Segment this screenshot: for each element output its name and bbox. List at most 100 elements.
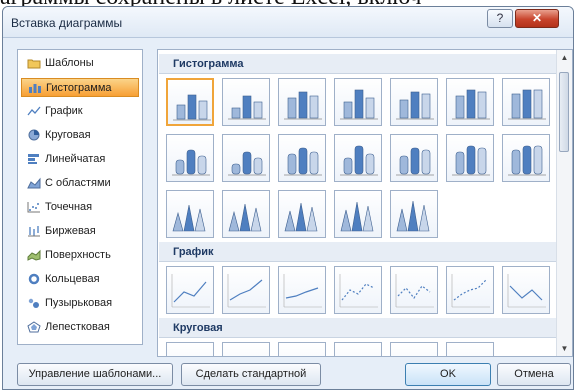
- chart-thumbnail-icon: [395, 274, 434, 308]
- chart-subtype-cone-4[interactable]: [334, 190, 382, 238]
- doughnut-chart-icon: [28, 273, 40, 285]
- chart-subtype-line-5[interactable]: [390, 266, 438, 314]
- chart-subtype-col-1[interactable]: [166, 78, 214, 126]
- chart-subtype-col-6[interactable]: [446, 78, 494, 126]
- sidebar-item-line[interactable]: График: [21, 102, 139, 121]
- chart-subtype-cone-2[interactable]: [222, 190, 270, 238]
- chart-subtype-pie-4[interactable]: [334, 342, 382, 357]
- chart-subtype-pie-3[interactable]: [278, 342, 326, 357]
- chart-subtype-col-4[interactable]: [334, 78, 382, 126]
- chart-subtype-line-3[interactable]: [278, 266, 326, 314]
- line-chart-icon: [27, 106, 41, 116]
- vertical-scrollbar[interactable]: ▲ ▼: [556, 50, 572, 356]
- sidebar-item-templates[interactable]: Шаблоны: [21, 54, 139, 73]
- area-chart-icon: [27, 177, 41, 189]
- chart-subtype-cyl-2[interactable]: [222, 134, 270, 182]
- chart-thumbnail-icon: [227, 274, 266, 308]
- chart-thumbnail-icon: [172, 149, 210, 176]
- sidebar-item-doughnut[interactable]: Кольцевая: [21, 270, 139, 289]
- pie-chart-icon: [28, 129, 40, 141]
- folder-icon: [27, 59, 41, 69]
- chart-subtype-cyl-5[interactable]: [390, 134, 438, 182]
- chart-type-list: Шаблоны Гистограмма График Круговая Лине…: [17, 49, 143, 345]
- section-header-pie: Круговая: [159, 318, 559, 338]
- chart-subtype-cyl-4[interactable]: [334, 134, 382, 182]
- chart-thumbnail-icon: [284, 91, 322, 120]
- chart-subtype-cone-5[interactable]: [390, 190, 438, 238]
- ok-button[interactable]: OK: [405, 363, 491, 386]
- sidebar-item-label: Точечная: [45, 201, 93, 213]
- chart-subtype-pie-1[interactable]: [166, 342, 214, 356]
- chart-thumbnail-icon: [284, 147, 322, 176]
- sidebar-item-radar[interactable]: Лепестковая: [21, 318, 139, 337]
- chart-subtype-line-2[interactable]: [222, 266, 270, 314]
- chart-subtype-cone-1[interactable]: [166, 190, 214, 238]
- chart-subtype-line-1[interactable]: [166, 266, 214, 314]
- cancel-button[interactable]: Отмена: [497, 363, 571, 386]
- close-button[interactable]: ✕: [515, 9, 559, 28]
- sidebar-item-pie[interactable]: Круговая: [21, 126, 139, 145]
- sidebar-item-label: Биржевая: [45, 225, 96, 237]
- chart-thumbnail-icon: [283, 274, 322, 308]
- sidebar-item-label: Пузырьковая: [45, 297, 113, 309]
- chart-subtype-col-5[interactable]: [390, 78, 438, 126]
- sidebar-item-label: Лепестковая: [45, 321, 110, 333]
- section-header-column: Гистограмма: [159, 54, 559, 74]
- chart-thumbnail-icon: [508, 89, 546, 120]
- chart-subtype-line-4[interactable]: [334, 266, 382, 314]
- chart-thumbnail-icon: [173, 94, 211, 121]
- chart-thumbnail-icon: [396, 200, 430, 232]
- manage-templates-button[interactable]: Управление шаблонами...: [17, 363, 173, 386]
- chart-subtype-col-2[interactable]: [222, 78, 270, 126]
- sidebar-item-area[interactable]: С областями: [21, 174, 139, 193]
- chart-thumbnail-icon: [452, 89, 490, 120]
- sidebar-item-bubble[interactable]: Пузырьковая: [21, 294, 139, 313]
- scroll-up-arrow-icon[interactable]: ▲: [557, 50, 572, 65]
- chart-subtype-line-7[interactable]: [502, 266, 550, 314]
- chart-subtype-pie-6[interactable]: [446, 342, 494, 356]
- sidebar-item-label: Гистограмма: [46, 82, 112, 94]
- chart-thumbnail-icon: [282, 346, 324, 357]
- bubble-chart-icon: [28, 298, 39, 308]
- chart-thumbnail-icon: [507, 274, 546, 308]
- stock-chart-icon: [28, 226, 40, 237]
- sidebar-item-surface[interactable]: Поверхность: [21, 246, 139, 265]
- chart-subtype-cyl-3[interactable]: [278, 134, 326, 182]
- insert-chart-dialog: Вставка диаграммы ? ✕ Шаблоны Гистограмм…: [2, 6, 574, 390]
- chart-subtype-pie-2[interactable]: [222, 342, 270, 357]
- chart-thumbnail-icon: [228, 203, 262, 232]
- chart-thumbnail-icon: [340, 89, 378, 120]
- chart-thumbnail-icon: [338, 346, 380, 357]
- chart-subtype-cyl-7[interactable]: [502, 134, 550, 182]
- chart-subtype-line-6[interactable]: [446, 266, 494, 314]
- scroll-down-arrow-icon[interactable]: ▼: [557, 341, 572, 356]
- chart-subtype-pie-5[interactable]: [390, 342, 438, 356]
- help-button[interactable]: ?: [487, 9, 513, 28]
- column-chart-icon: [29, 84, 41, 93]
- sidebar-item-column[interactable]: Гистограмма: [21, 78, 139, 97]
- radar-chart-icon: [27, 321, 41, 333]
- chart-thumbnail-icon: [172, 204, 206, 232]
- chart-subtype-cone-3[interactable]: [278, 190, 326, 238]
- chart-thumbnail-icon: [340, 145, 378, 176]
- sidebar-item-scatter[interactable]: Точечная: [21, 198, 139, 217]
- dialog-title: Вставка диаграммы: [11, 16, 123, 30]
- set-as-default-button[interactable]: Сделать стандартной: [181, 363, 321, 386]
- chart-thumbnail-icon: [396, 91, 434, 120]
- chart-thumbnail-icon: [226, 346, 268, 357]
- chart-thumbnail-icon: [171, 274, 210, 308]
- sidebar-item-label: Кольцевая: [45, 273, 100, 285]
- chart-thumbnail-icon: [339, 274, 378, 308]
- chart-subtype-col-3[interactable]: [278, 78, 326, 126]
- chart-subtype-col-7[interactable]: [502, 78, 550, 126]
- chart-subtype-cyl-6[interactable]: [446, 134, 494, 182]
- chart-thumbnail-icon: [340, 201, 374, 232]
- sidebar-item-stock[interactable]: Биржевая: [21, 222, 139, 241]
- sidebar-item-bar[interactable]: Линейчатая: [21, 150, 139, 169]
- scatter-chart-icon: [27, 202, 40, 213]
- title-bar: Вставка диаграммы ? ✕: [3, 7, 573, 38]
- chart-subtype-cyl-1[interactable]: [166, 134, 214, 182]
- chart-thumbnail-icon: [451, 274, 490, 308]
- section-header-line: График: [159, 242, 559, 262]
- scrollbar-thumb[interactable]: [559, 72, 569, 152]
